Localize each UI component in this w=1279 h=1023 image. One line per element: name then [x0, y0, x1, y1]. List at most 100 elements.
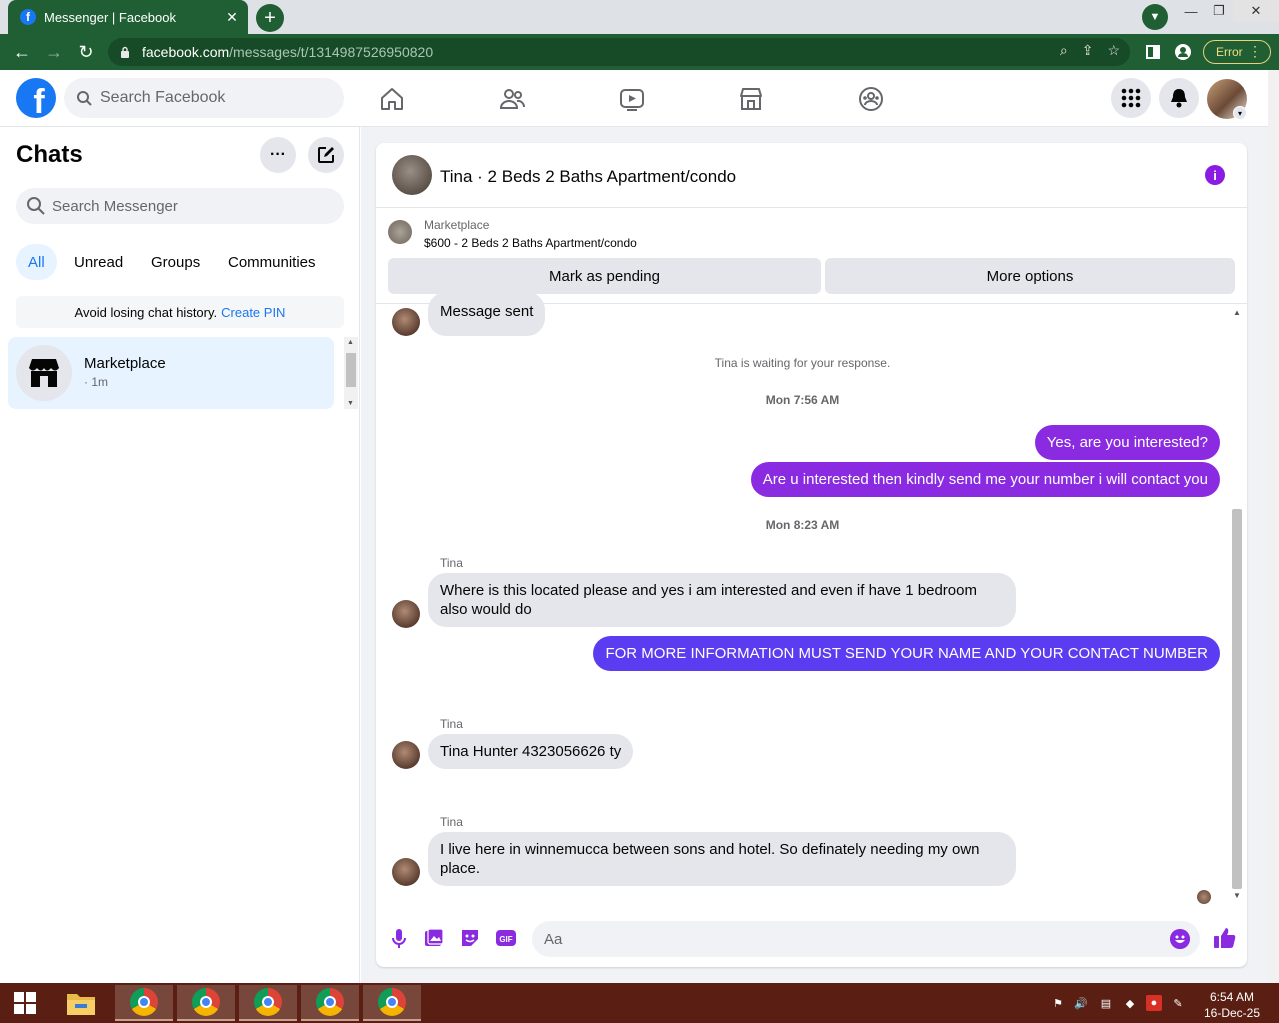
- windows-taskbar: ⚑ 🔊 ▤ ◆ ● ✎ 6:54 AM 16-Dec-25: [0, 983, 1279, 1023]
- messenger-search-input[interactable]: Search Messenger: [16, 188, 344, 224]
- volume-icon[interactable]: 🔊: [1073, 995, 1089, 1011]
- tray-record-icon[interactable]: ●: [1146, 995, 1162, 1011]
- listing-thumbnail[interactable]: [388, 220, 412, 244]
- listing-title[interactable]: $600 - 2 Beds 2 Baths Apartment/condo: [424, 236, 637, 250]
- filter-groups[interactable]: Groups: [139, 244, 212, 280]
- facebook-top-nav: f Search Facebook ▾: [0, 70, 1268, 127]
- mark-as-pending-button[interactable]: Mark as pending: [388, 258, 821, 294]
- share-icon[interactable]: ⇪: [1082, 42, 1094, 59]
- chats-title: Chats: [16, 141, 83, 168]
- action-center-flag-icon[interactable]: ⚑: [1050, 995, 1066, 1011]
- forward-icon[interactable]: →: [42, 40, 66, 64]
- friends-icon[interactable]: [499, 86, 525, 112]
- message-bubble-incoming[interactable]: Tina Hunter 4323056626 ty: [428, 734, 634, 769]
- message-input[interactable]: Aa: [532, 921, 1200, 957]
- new-tab-button[interactable]: +: [256, 4, 284, 32]
- sender-avatar: [392, 308, 420, 336]
- reload-icon[interactable]: ↻: [74, 40, 98, 64]
- conversation-scrollbar[interactable]: ▲ ▼: [1229, 304, 1245, 904]
- home-icon[interactable]: [379, 86, 405, 112]
- pin-banner-text: Avoid losing chat history.: [74, 304, 218, 320]
- conversation-header: Tina · 2 Beds 2 Baths Apartment/condo i: [376, 143, 1247, 208]
- filter-communities[interactable]: Communities: [216, 244, 328, 280]
- sender-name: Tina: [440, 815, 463, 829]
- back-icon[interactable]: ←: [10, 40, 34, 64]
- clock-time: 6:54 AM: [1209, 990, 1255, 1004]
- thumbs-up-icon[interactable]: [1212, 925, 1238, 951]
- side-panel-icon[interactable]: [1143, 42, 1163, 62]
- marketplace-avatar: [16, 345, 72, 401]
- error-label: Error: [1216, 45, 1243, 59]
- message-bubble-outgoing[interactable]: Are u interested then kindly send me you…: [750, 462, 1220, 497]
- taskbar-clock[interactable]: 6:54 AM 16-Dec-25: [1200, 989, 1264, 1021]
- message-bubble-incoming[interactable]: I live here in winnemucca between sons a…: [428, 832, 1016, 886]
- browser-tab-bar: f Messenger | Facebook ✕ + ▼ — ❐ ✕: [0, 0, 1279, 34]
- url-field[interactable]: facebook.com/messages/t/1314987526950820…: [108, 38, 1130, 66]
- create-pin-link[interactable]: Create PIN: [221, 305, 285, 320]
- more-dots-icon: ···: [270, 146, 286, 163]
- tab-close-icon[interactable]: ✕: [220, 9, 244, 26]
- minimize-button[interactable]: —: [1177, 0, 1205, 22]
- filter-all[interactable]: All: [16, 244, 57, 280]
- timestamp: Mon 7:56 AM: [765, 393, 840, 407]
- file-explorer-button[interactable]: [52, 985, 110, 1021]
- page-scrollbar[interactable]: [1268, 70, 1279, 983]
- menu-grid-button[interactable]: [1111, 78, 1151, 118]
- chrome-taskbar-button[interactable]: [239, 985, 297, 1021]
- timestamp: Mon 8:23 AM: [765, 518, 840, 532]
- address-bar: ← → ↻ facebook.com/messages/t/1314987526…: [0, 34, 1279, 70]
- facebook-search-input[interactable]: Search Facebook: [64, 78, 344, 118]
- sender-name: Tina: [440, 717, 463, 731]
- profile-icon[interactable]: [1173, 42, 1193, 62]
- watch-icon[interactable]: [619, 86, 645, 112]
- conversation-panel: Tina · 2 Beds 2 Baths Apartment/condo i …: [376, 143, 1247, 967]
- chrome-icon: [254, 988, 282, 1016]
- chevron-down-icon[interactable]: ▾: [1233, 106, 1247, 120]
- bookmark-star-icon[interactable]: ☆: [1107, 42, 1120, 59]
- tab-search-icon[interactable]: ▼: [1142, 4, 1168, 30]
- emoji-icon[interactable]: [1170, 929, 1190, 949]
- new-message-button[interactable]: [308, 137, 344, 173]
- facebook-logo-icon[interactable]: f: [16, 78, 56, 118]
- message-bubble-incoming[interactable]: Where is this located please and yes i a…: [428, 573, 1016, 627]
- chat-list-item[interactable]: Marketplace · 1m: [8, 337, 334, 409]
- chrome-taskbar-button[interactable]: [363, 985, 421, 1021]
- conversation-title[interactable]: Tina · 2 Beds 2 Baths Apartment/condo: [440, 167, 736, 187]
- restore-button[interactable]: ❐: [1205, 0, 1233, 22]
- browser-tab[interactable]: f Messenger | Facebook ✕: [8, 0, 248, 34]
- message-bubble-outgoing[interactable]: FOR MORE INFORMATION MUST SEND YOUR NAME…: [593, 636, 1220, 671]
- sticker-icon[interactable]: [459, 927, 481, 949]
- pen-icon[interactable]: ✎: [1170, 995, 1186, 1011]
- network-icon[interactable]: ▤: [1098, 995, 1114, 1011]
- notifications-button[interactable]: [1159, 78, 1199, 118]
- message-bubble-incoming[interactable]: Message sent: [428, 292, 546, 336]
- tray-app-icon[interactable]: ◆: [1122, 995, 1138, 1011]
- chrome-icon: [192, 988, 220, 1016]
- more-options-button[interactable]: More options: [825, 258, 1235, 294]
- windows-start-button[interactable]: [0, 985, 50, 1021]
- close-window-button[interactable]: ✕: [1233, 0, 1279, 22]
- photo-icon[interactable]: [423, 927, 445, 949]
- chrome-taskbar-button[interactable]: [301, 985, 359, 1021]
- chrome-taskbar-button[interactable]: [115, 985, 173, 1021]
- url-host: facebook.com: [142, 44, 230, 60]
- info-icon[interactable]: i: [1205, 165, 1225, 185]
- contact-avatar[interactable]: [392, 155, 432, 195]
- marketplace-icon[interactable]: [738, 86, 764, 112]
- message-input-placeholder: Aa: [544, 930, 563, 948]
- marketplace-listing-bar: Marketplace $600 - 2 Beds 2 Baths Apartm…: [376, 208, 1247, 304]
- menu-dots-icon: ⋮: [1248, 43, 1262, 59]
- groups-icon[interactable]: [858, 86, 884, 112]
- chrome-taskbar-button[interactable]: [177, 985, 235, 1021]
- chat-options-button[interactable]: ···: [260, 137, 296, 173]
- error-button[interactable]: Error ⋮: [1203, 40, 1271, 64]
- message-bubble-outgoing[interactable]: Yes, are you interested?: [1034, 425, 1220, 460]
- create-pin-banner: Avoid losing chat history. Create PIN: [16, 296, 344, 328]
- filter-unread[interactable]: Unread: [62, 244, 135, 280]
- zoom-search-icon[interactable]: ⌕: [1060, 42, 1068, 59]
- gif-icon[interactable]: GIF: [495, 927, 517, 949]
- messenger-search-placeholder: Search Messenger: [52, 197, 178, 215]
- chrome-icon: [378, 988, 406, 1016]
- sidebar-scrollbar[interactable]: ▲ ▼: [344, 337, 358, 409]
- microphone-icon[interactable]: [388, 927, 410, 949]
